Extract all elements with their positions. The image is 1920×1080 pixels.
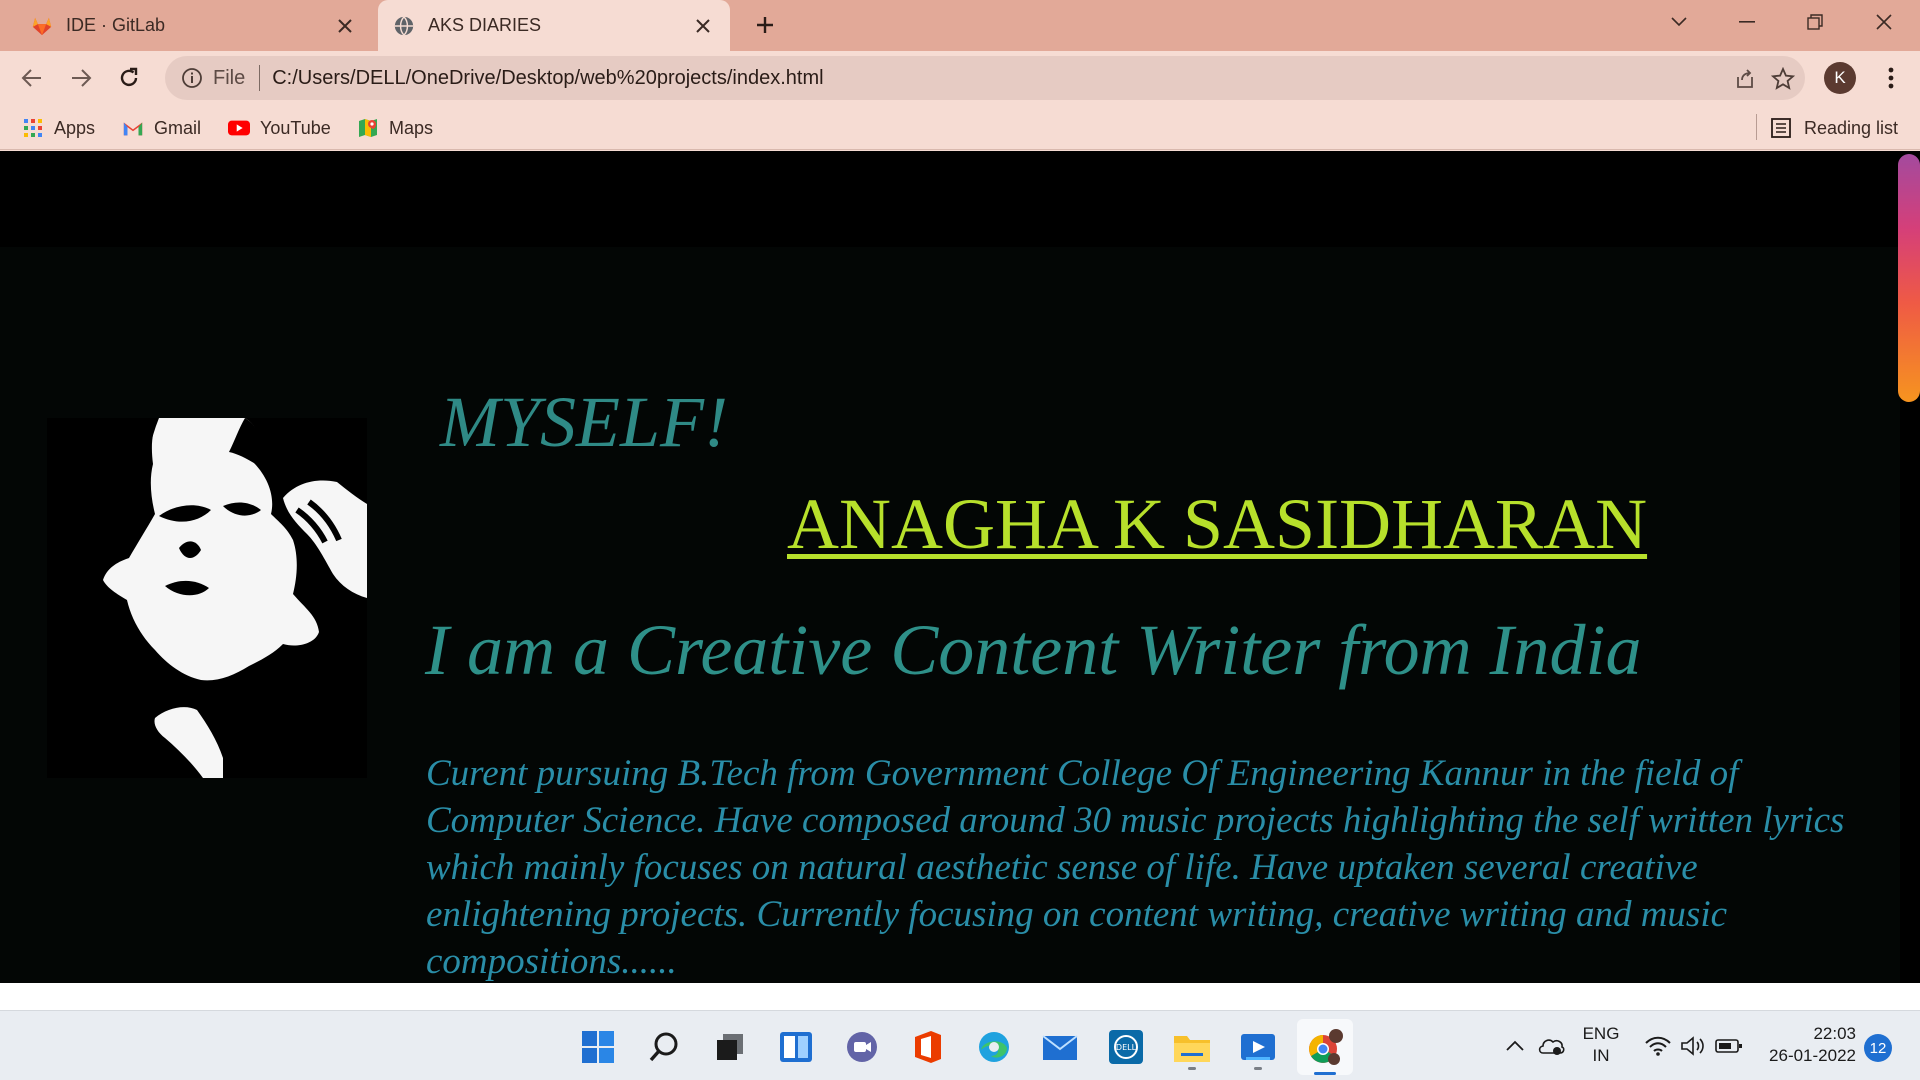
restore-button[interactable]: [1781, 0, 1849, 44]
tab-search-button[interactable]: [1645, 0, 1713, 44]
tab-aks-diaries[interactable]: AKS DIARIES: [378, 0, 730, 51]
hero-section: MYSELF! ANAGHA K SASIDHARAN I am a Creat…: [0, 247, 1900, 983]
bookmark-label: Maps: [389, 117, 434, 138]
page-heading: MYSELF!: [440, 382, 728, 462]
bookmark-star-icon[interactable]: [1769, 65, 1797, 93]
back-button[interactable]: [14, 60, 50, 96]
tab-strip: IDE · GitLab AKS DIARIES: [0, 0, 1920, 51]
tagline: I am a Creative Content Writer from Indi…: [425, 610, 1642, 690]
windows-taskbar: DELL ENG IN 22:03 26-01-2022 12: [0, 1010, 1920, 1080]
widgets-icon[interactable]: [773, 1024, 819, 1070]
clock-date: 26-01-2022: [1769, 1046, 1856, 1065]
teams-chat-icon[interactable]: [839, 1024, 885, 1070]
close-icon[interactable]: [688, 11, 718, 41]
tab-title: IDE · GitLab: [66, 15, 166, 35]
reading-list-button[interactable]: Reading list: [1770, 115, 1898, 141]
tab-gitlab[interactable]: IDE · GitLab: [0, 0, 372, 51]
dell-icon[interactable]: DELL: [1103, 1024, 1149, 1070]
forward-button[interactable]: [63, 60, 99, 96]
office-icon[interactable]: [905, 1024, 951, 1070]
page-scrollbar[interactable]: [1898, 154, 1920, 402]
share-icon[interactable]: [1731, 65, 1759, 93]
bookmarks-bar: Apps Gmail YouTube Maps Reading list: [0, 105, 1920, 150]
new-tab-button[interactable]: [748, 8, 782, 42]
region-code: IN: [1592, 1046, 1610, 1065]
gitlab-icon: [30, 14, 54, 38]
info-icon[interactable]: [179, 65, 205, 91]
apps-grid-icon: [22, 117, 44, 139]
reading-list-icon: [1770, 117, 1792, 139]
clock-time: 22:03: [1813, 1024, 1856, 1043]
svg-text:DELL: DELL: [1116, 1043, 1137, 1052]
task-view-icon[interactable]: [707, 1024, 753, 1070]
language-indicator[interactable]: ENG IN: [1575, 1023, 1627, 1067]
bookmark-gmail[interactable]: Gmail: [122, 115, 201, 141]
divider: [259, 65, 261, 91]
battery-icon[interactable]: [1714, 1031, 1744, 1061]
running-indicator: [1254, 1067, 1262, 1070]
minimize-button[interactable]: [1713, 0, 1781, 44]
web-page: MYSELF! ANAGHA K SASIDHARAN I am a Creat…: [0, 151, 1920, 983]
running-indicator: [1188, 1067, 1196, 1070]
browser-toolbar: File C:/Users/DELL/OneDrive/Desktop/web%…: [0, 51, 1920, 105]
start-icon[interactable]: [575, 1024, 621, 1070]
bookmark-apps[interactable]: Apps: [22, 115, 95, 141]
chrome-icon[interactable]: [1297, 1019, 1353, 1075]
search-icon[interactable]: [641, 1024, 687, 1070]
wifi-icon[interactable]: [1643, 1031, 1673, 1061]
reading-list-label: Reading list: [1804, 117, 1899, 138]
divider: [1756, 114, 1757, 140]
profile-avatar[interactable]: K: [1824, 62, 1856, 94]
chevron-up-icon[interactable]: [1500, 1031, 1530, 1061]
maps-icon: [357, 117, 379, 139]
clock[interactable]: 22:03 26-01-2022: [1752, 1023, 1856, 1067]
language-code: ENG: [1582, 1024, 1620, 1043]
reload-button[interactable]: [111, 60, 147, 96]
mail-icon[interactable]: [1037, 1024, 1083, 1070]
close-icon[interactable]: [330, 11, 360, 41]
youtube-icon: [228, 117, 250, 139]
scheme-label: File: [213, 66, 246, 89]
bookmark-maps[interactable]: Maps: [357, 115, 433, 141]
bookmark-label: YouTube: [260, 117, 331, 138]
bookmark-label: Gmail: [154, 117, 202, 138]
globe-icon: [392, 14, 416, 38]
active-indicator: [1314, 1072, 1336, 1075]
gmail-icon: [122, 117, 144, 139]
address-bar[interactable]: File C:/Users/DELL/OneDrive/Desktop/web%…: [165, 56, 1805, 100]
bio-paragraph: Curent pursuing B.Tech from Government C…: [426, 753, 1845, 982]
bookmark-youtube[interactable]: YouTube: [228, 115, 331, 141]
close-window-button[interactable]: [1850, 0, 1918, 44]
menu-icon[interactable]: [1876, 62, 1906, 94]
url-text[interactable]: C:/Users/DELL/OneDrive/Desktop/web%20pro…: [272, 67, 823, 90]
tab-title: AKS DIARIES: [428, 15, 542, 35]
media-player-icon[interactable]: [1235, 1024, 1281, 1070]
volume-icon[interactable]: [1678, 1031, 1708, 1061]
onedrive-icon[interactable]: [1536, 1031, 1566, 1061]
bookmark-label: Apps: [54, 117, 96, 138]
edge-icon[interactable]: [971, 1024, 1017, 1070]
page-footer-area: [0, 983, 1920, 1010]
author-name-link[interactable]: ANAGHA K SASIDHARAN: [787, 483, 1647, 566]
profile-portrait: [47, 418, 367, 778]
notification-badge[interactable]: 12: [1864, 1034, 1892, 1062]
file-explorer-icon[interactable]: [1169, 1024, 1215, 1070]
